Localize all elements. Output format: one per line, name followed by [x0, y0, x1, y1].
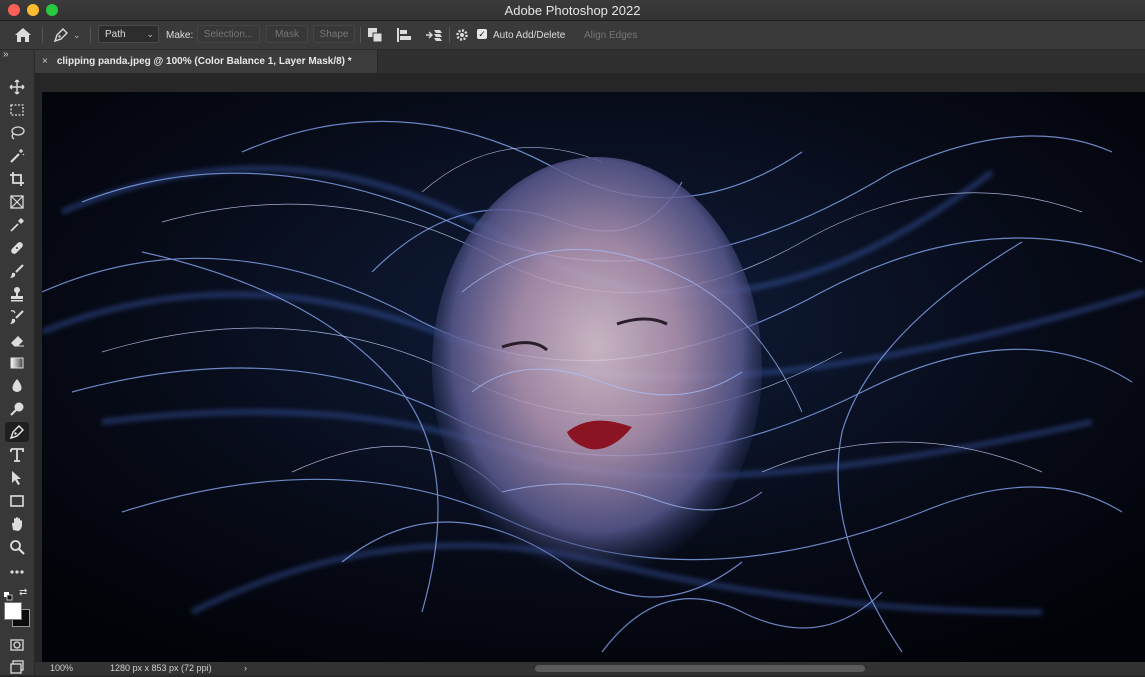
auto-add-delete-label: Auto Add/Delete — [493, 29, 566, 41]
default-colors-icon[interactable] — [4, 588, 13, 601]
document-tab-row: × clipping panda.jpeg @ 100% (Color Bala… — [0, 50, 1145, 73]
pen-mode-value: Path — [105, 28, 126, 40]
quick-mask-icon[interactable] — [5, 635, 29, 655]
canvas-area[interactable] — [35, 73, 1145, 662]
foreground-color-swatch[interactable] — [4, 602, 22, 620]
document-tab-title: clipping panda.jpeg @ 100% (Color Balanc… — [56, 56, 352, 67]
chevron-down-icon: ⌄ — [146, 29, 154, 39]
frame-icon[interactable] — [5, 192, 29, 212]
magic-wand-icon[interactable] — [5, 146, 29, 166]
close-tab-icon[interactable]: × — [42, 56, 48, 67]
dodge-icon[interactable] — [5, 399, 29, 419]
type-icon[interactable] — [5, 445, 29, 465]
move-icon[interactable] — [5, 77, 29, 97]
document-tab[interactable]: × clipping panda.jpeg @ 100% (Color Bala… — [34, 50, 378, 73]
path-operations-icon[interactable] — [367, 21, 383, 49]
collapse-panel-icon[interactable]: » — [3, 49, 9, 60]
make-label: Make: — [166, 29, 194, 41]
horizontal-scrollbar[interactable] — [535, 665, 865, 672]
pen-icon — [53, 28, 68, 43]
hand-icon[interactable] — [5, 514, 29, 534]
make-shape-button[interactable]: Shape — [313, 25, 355, 43]
eyedropper-icon[interactable] — [5, 215, 29, 235]
pen-mode-select[interactable]: Path ⌄ — [98, 25, 159, 43]
home-icon[interactable] — [14, 21, 32, 49]
screen-mode-icon[interactable] — [5, 657, 29, 677]
status-menu-arrow[interactable]: › — [244, 663, 247, 673]
path-alignment-icon[interactable] — [396, 21, 412, 49]
zoom-icon[interactable] — [5, 537, 29, 557]
more-tools-icon[interactable] — [5, 562, 29, 582]
title-bar: Adobe Photoshop 2022 — [0, 0, 1145, 21]
auto-add-delete-checkbox[interactable]: ✓ — [477, 29, 487, 39]
marquee-icon[interactable] — [5, 100, 29, 120]
gradient-icon[interactable] — [5, 353, 29, 373]
crop-icon[interactable] — [5, 169, 29, 189]
path-arrangement-icon[interactable] — [425, 21, 443, 49]
eraser-icon[interactable] — [5, 330, 29, 350]
blur-icon[interactable] — [5, 376, 29, 396]
divider — [90, 27, 91, 43]
light-painting-portrait — [42, 92, 1145, 662]
pen-tool-preset-picker[interactable]: ⌄ — [53, 21, 81, 49]
status-bar: 100% 1280 px x 853 px (72 ppi) › — [35, 662, 1145, 675]
lasso-icon[interactable] — [5, 123, 29, 143]
clone-stamp-icon[interactable] — [5, 284, 29, 304]
divider — [42, 27, 43, 43]
pen-icon[interactable] — [5, 422, 29, 442]
divider — [449, 27, 450, 43]
history-brush-icon[interactable] — [5, 307, 29, 327]
path-selection-icon[interactable] — [5, 468, 29, 488]
make-mask-button[interactable]: Mask — [266, 25, 308, 43]
document-image[interactable] — [42, 92, 1145, 662]
align-edges-label[interactable]: Align Edges — [584, 21, 637, 49]
healing-brush-icon[interactable] — [5, 238, 29, 258]
swap-colors-icon[interactable]: ⇄ — [19, 587, 27, 598]
app-title: Adobe Photoshop 2022 — [504, 3, 641, 18]
rectangle-icon[interactable] — [5, 491, 29, 511]
gear-icon[interactable] — [455, 21, 469, 49]
divider — [360, 27, 361, 43]
document-info[interactable]: 1280 px x 853 px (72 ppi) — [110, 663, 212, 673]
chevron-down-icon: ⌄ — [73, 29, 81, 40]
tools-panel: » ⇄ — [0, 49, 35, 677]
brush-icon[interactable] — [5, 261, 29, 281]
options-bar: ⌄ Path ⌄ Make: Selection... Mask Shape ✓… — [0, 21, 1145, 50]
make-selection-button[interactable]: Selection... — [197, 25, 260, 43]
zoom-level[interactable]: 100% — [50, 663, 73, 673]
